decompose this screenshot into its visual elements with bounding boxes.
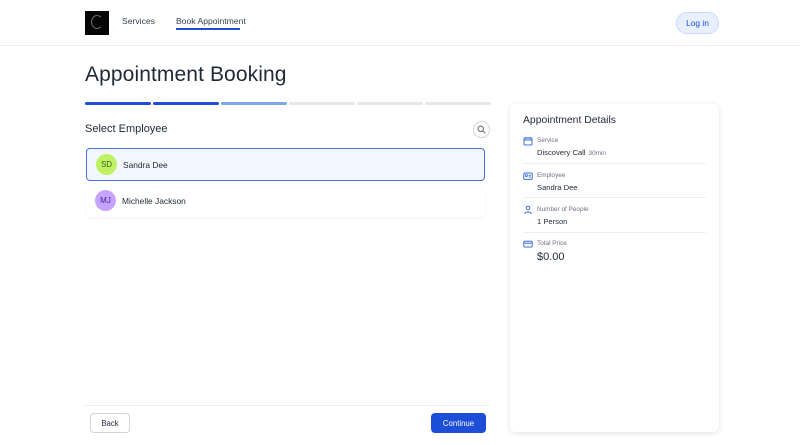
- avatar: MJ: [95, 190, 116, 211]
- appointment-details-panel: Appointment Details Service Discovery Ca…: [510, 104, 719, 432]
- detail-label: Total Price: [537, 240, 567, 247]
- detail-value: Sandra Dee: [537, 183, 578, 192]
- calendar-icon: [523, 137, 533, 146]
- step-segment-4: [289, 102, 355, 105]
- detail-divider: [523, 163, 706, 164]
- top-header: Services Book Appointment Log in: [0, 0, 800, 46]
- service-name: Discovery Call: [537, 148, 586, 157]
- details-title: Appointment Details: [523, 115, 616, 126]
- page-title: Appointment Booking: [85, 63, 287, 86]
- detail-value: 1 Person: [537, 217, 568, 226]
- nav-book-appointment[interactable]: Book Appointment: [176, 16, 246, 26]
- search-icon: [477, 125, 486, 134]
- detail-price: Total Price $0.00: [523, 239, 706, 271]
- detail-value: Discovery Call 30min: [537, 148, 606, 157]
- employee-name: Sandra Dee: [123, 159, 168, 170]
- section-title: Select Employee: [85, 123, 168, 135]
- login-button[interactable]: Log in: [676, 12, 719, 34]
- step-segment-6: [425, 102, 491, 105]
- search-button[interactable]: [473, 121, 490, 138]
- logo-mark-icon: [91, 15, 103, 29]
- step-segment-2: [153, 102, 219, 105]
- nav-services[interactable]: Services: [122, 16, 155, 26]
- back-button[interactable]: Back: [90, 413, 130, 433]
- detail-divider: [523, 232, 706, 233]
- nav-active-indicator: [176, 28, 240, 30]
- detail-service: Service Discovery Call 30min: [523, 136, 706, 164]
- person-icon: [524, 205, 532, 215]
- detail-people: Number of People 1 Person: [523, 205, 706, 233]
- id-card-icon: [523, 172, 533, 180]
- total-price-value: $0.00: [537, 251, 565, 263]
- service-duration: 30min: [588, 150, 606, 157]
- step-segment-5: [357, 102, 423, 105]
- step-segment-1: [85, 102, 151, 105]
- credit-card-icon: [523, 240, 533, 248]
- detail-divider: [523, 197, 706, 198]
- detail-label: Service: [537, 137, 559, 144]
- company-logo[interactable]: [85, 11, 109, 35]
- step-segment-3: [221, 102, 287, 105]
- employee-name: Michelle Jackson: [122, 195, 186, 206]
- detail-label: Number of People: [537, 206, 589, 213]
- footer-divider: [85, 405, 490, 406]
- employee-card-michelle-jackson[interactable]: MJ Michelle Jackson: [86, 184, 485, 217]
- avatar: SD: [96, 154, 117, 175]
- continue-button[interactable]: Continue: [431, 413, 486, 433]
- detail-employee: Employee Sandra Dee: [523, 171, 706, 199]
- employee-card-sandra-dee[interactable]: SD Sandra Dee: [86, 148, 485, 181]
- detail-label: Employee: [537, 172, 566, 179]
